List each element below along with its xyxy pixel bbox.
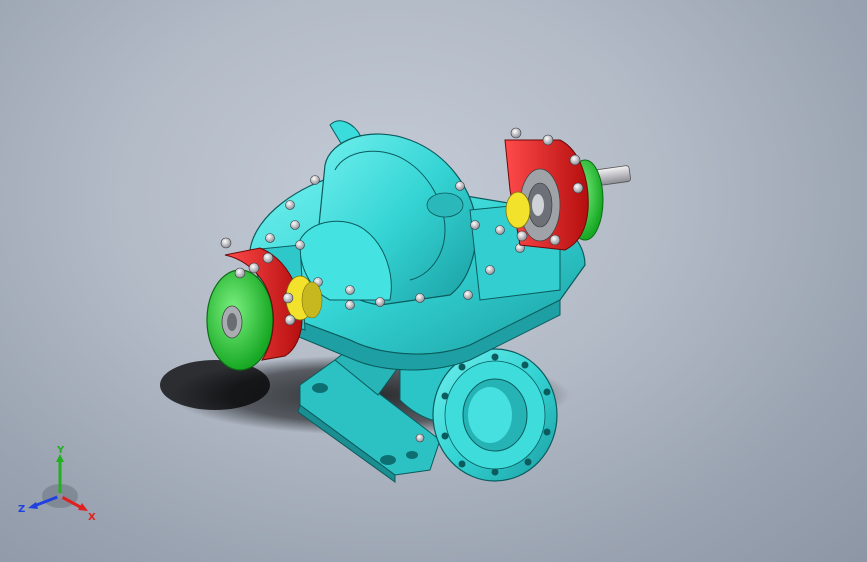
pump-3d-model[interactable] <box>0 0 867 562</box>
y-axis-label: Y <box>56 446 65 456</box>
graphics-viewport[interactable]: Y X Z <box>0 0 867 562</box>
z-axis-label: Z <box>18 504 25 515</box>
x-axis-label: X <box>88 512 96 523</box>
model-shadow-left <box>160 360 270 410</box>
coordinate-triad-icon: Y X Z <box>18 446 96 523</box>
right-bearing-assembly <box>504 127 631 251</box>
